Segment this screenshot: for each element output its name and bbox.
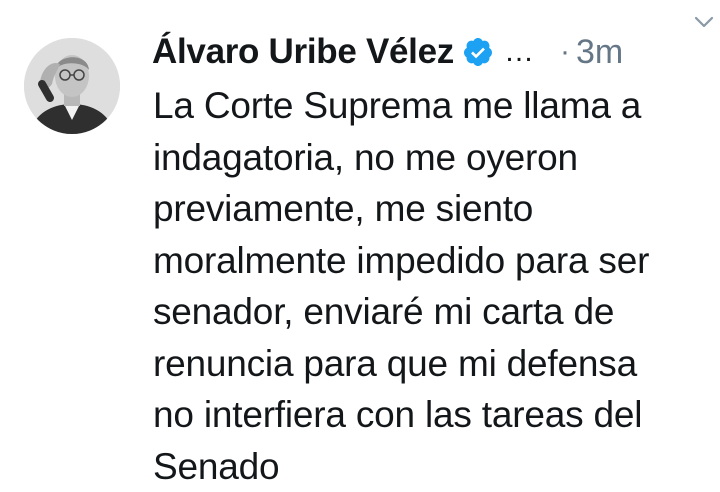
tweet-text-line: indagatoria, no me oyeron (153, 136, 578, 178)
tweet-text-line: no interfiera con las tareas del (153, 394, 643, 435)
avatar[interactable] (24, 38, 120, 134)
verified-badge-icon (463, 38, 492, 66)
separator-dot: · (559, 35, 570, 68)
tweet-text-line: Senado (153, 445, 280, 487)
author-name[interactable]: Álvaro Uribe Vélez (152, 32, 454, 72)
tweet-text: La Corte Suprema me llama a indagatoria,… (153, 80, 703, 492)
tweet-text-line: La Corte Suprema me llama a (153, 85, 642, 126)
tweet-text-line: previamente, me siento (153, 188, 534, 229)
tweet-text-line: renuncia para que mi defensa (153, 342, 637, 384)
avatar-photo (24, 38, 120, 134)
name-truncation: … (503, 35, 534, 68)
tweet[interactable]: Álvaro Uribe Vélez … · 3m La Corte Supre… (0, 0, 720, 492)
chevron-down-icon[interactable] (692, 10, 716, 34)
tweet-header: Álvaro Uribe Vélez … · 3m (152, 26, 700, 78)
timestamp[interactable]: 3m (576, 33, 623, 72)
tweet-text-line: moralmente impedido para ser (153, 239, 650, 281)
tweet-text-line: senador, enviaré mi carta de (153, 291, 615, 332)
